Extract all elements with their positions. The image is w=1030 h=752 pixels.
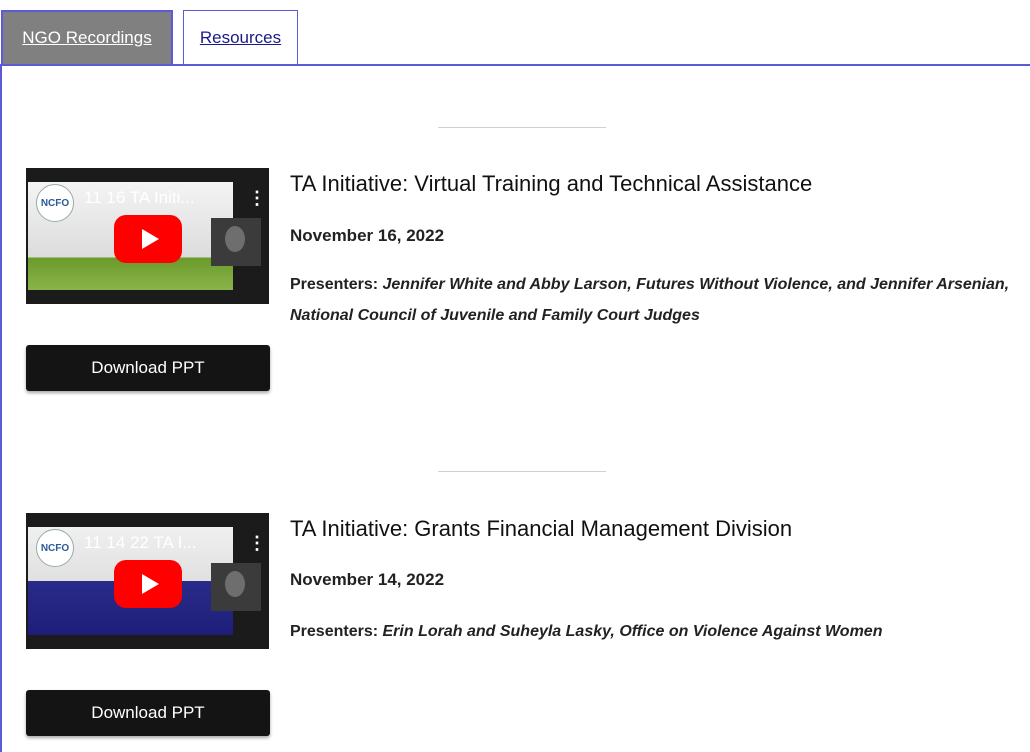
recording-date: November 16, 2022 (290, 226, 445, 245)
video-presenter-cam (211, 218, 261, 266)
recording-presenters: Presenters: Erin Lorah and Suheyla Lasky… (290, 616, 1020, 647)
video-title[interactable]: 11 16 TA Initi... (84, 188, 209, 212)
section-divider (438, 127, 606, 128)
tab-ngo-recordings[interactable]: NGO Recordings (1, 10, 173, 64)
recording-date: November 14, 2022 (290, 570, 445, 589)
recording-presenters: Presenters: Jennifer White and Abby Lars… (290, 269, 1020, 331)
more-vertical-icon[interactable]: ⋮ (248, 188, 266, 209)
presenters-label: Presenters: (290, 276, 379, 293)
tab-resources[interactable]: Resources (183, 10, 298, 64)
video-presenter-cam (211, 563, 261, 611)
section-divider (438, 471, 606, 472)
recording-title: TA Initiative: Grants Financial Manageme… (290, 516, 793, 541)
recording-title: TA Initiative: Virtual Training and Tech… (290, 171, 813, 196)
download-ppt-button[interactable]: Download PPT (26, 345, 270, 391)
youtube-play-icon[interactable] (114, 560, 182, 608)
presenters-label: Presenters: (290, 623, 379, 640)
video-thumbnail[interactable]: NCFO 11 16 TA Initi... ⋮ (26, 168, 269, 304)
more-vertical-icon[interactable]: ⋮ (248, 533, 266, 554)
tab-underline (0, 64, 1030, 66)
channel-logo: NCFO (36, 184, 74, 222)
panel-left-border (0, 64, 2, 752)
tab-bar: NGO Recordings Resources (0, 0, 1030, 66)
download-ppt-button[interactable]: Download PPT (26, 690, 270, 736)
video-thumbnail[interactable]: NCFO 11 14 22 TA I... ⋮ (26, 513, 269, 649)
presenters-names: Jennifer White and Abby Larson, Futures … (290, 276, 1010, 324)
channel-logo: NCFO (36, 529, 74, 567)
video-title[interactable]: 11 14 22 TA I... (84, 533, 209, 557)
presenters-names: Erin Lorah and Suheyla Lasky, Office on … (382, 623, 883, 640)
youtube-play-icon[interactable] (114, 215, 182, 263)
